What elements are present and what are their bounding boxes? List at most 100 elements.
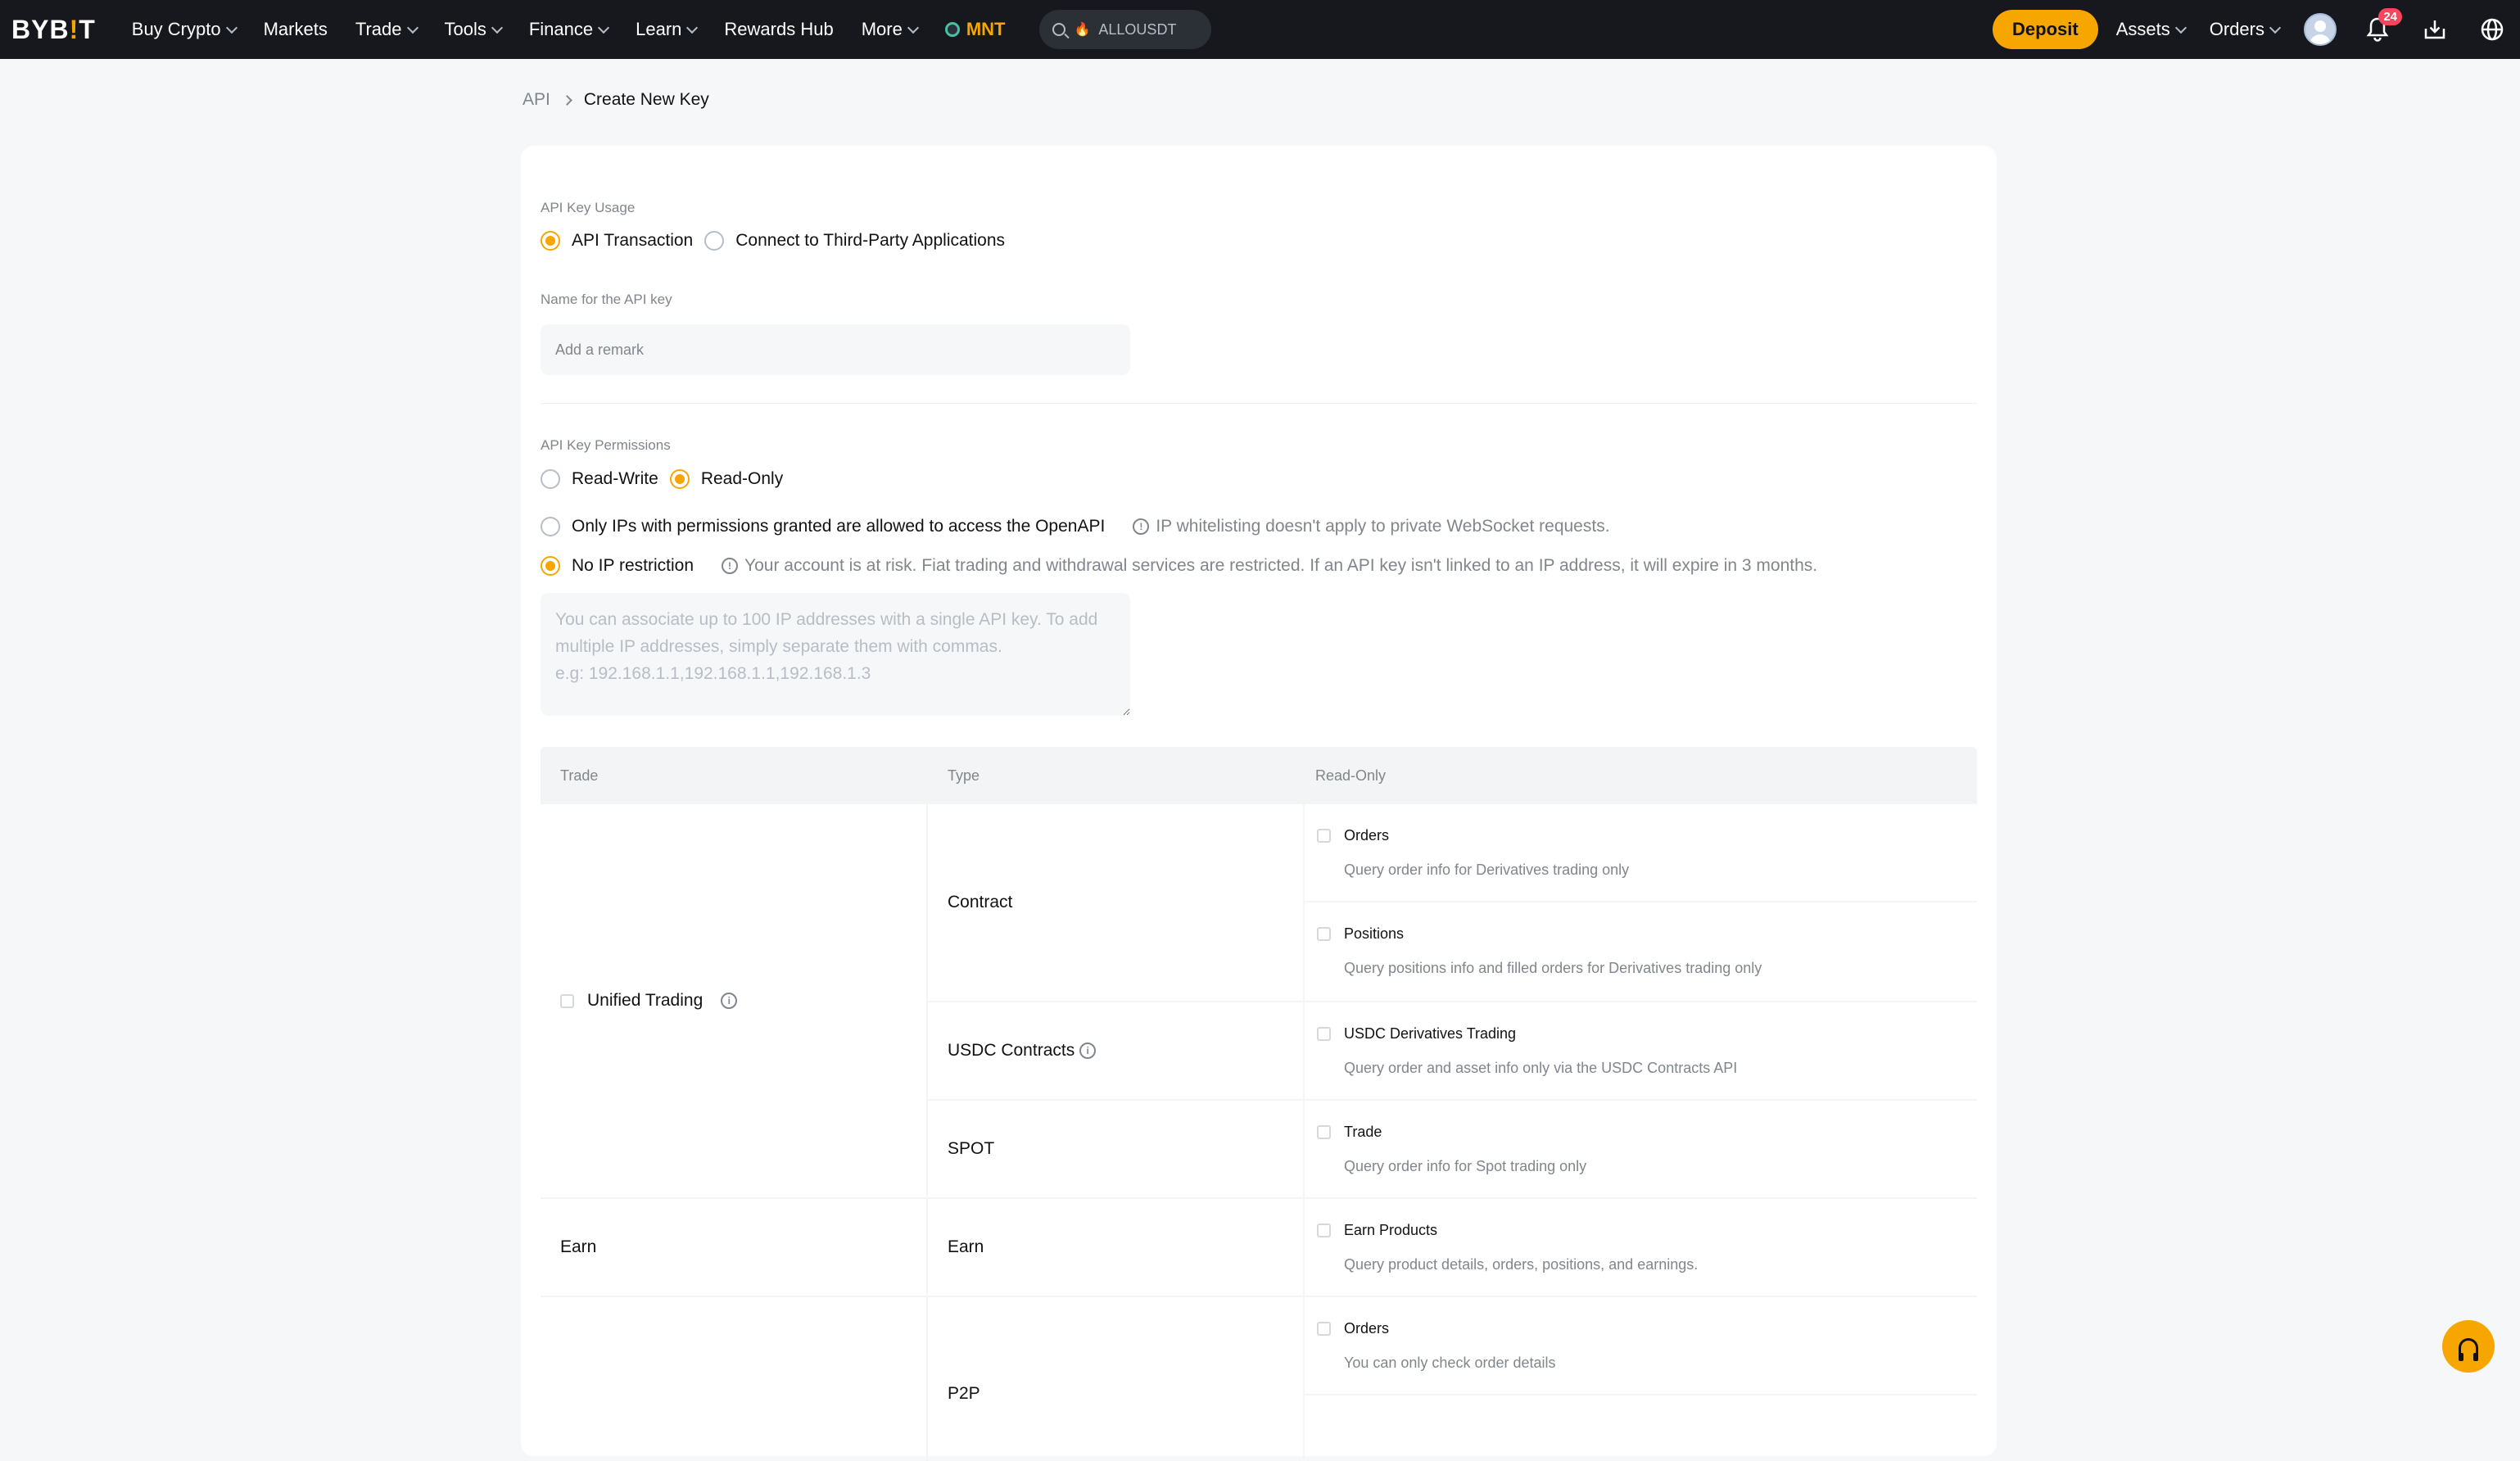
chevron-down-icon: [907, 21, 919, 34]
perm-contract-orders: Orders Query order info for Derivatives …: [1305, 804, 1977, 902]
nav-markets[interactable]: Markets: [264, 19, 328, 40]
perm-checkbox[interactable]: [1317, 1322, 1331, 1336]
info-icon[interactable]: i: [1079, 1043, 1097, 1059]
nav-buy-crypto[interactable]: Buy Crypto: [132, 19, 238, 40]
radio-label[interactable]: No IP restriction: [572, 556, 694, 576]
warning-icon: !: [722, 558, 738, 574]
radio-read-only[interactable]: [669, 469, 690, 489]
ip-address-textarea[interactable]: [541, 593, 1130, 716]
type-usdc-contracts: USDC Contracts i: [928, 1002, 1305, 1101]
search-box[interactable]: 🔥 ALLOUSDT: [1039, 10, 1212, 49]
headset-icon: [2459, 1338, 2478, 1361]
language-button[interactable]: [2476, 13, 2509, 46]
perm-title: Orders: [1344, 827, 1390, 844]
avatar[interactable]: [2304, 13, 2337, 46]
nav-more[interactable]: More: [862, 19, 919, 40]
mnt-coin-icon: [944, 22, 960, 37]
perm-title: Earn Products: [1344, 1222, 1438, 1238]
type-p2p: P2P: [928, 1297, 1305, 1461]
unified-trading-checkbox[interactable]: [560, 993, 574, 1008]
deposit-button[interactable]: Deposit: [1993, 10, 2098, 49]
perm-checkbox[interactable]: [1317, 927, 1331, 941]
radio-third-party[interactable]: [704, 231, 725, 251]
perm-desc: Query positions info and filled orders f…: [1344, 960, 1762, 976]
perm-checkbox[interactable]: [1317, 1027, 1331, 1041]
api-key-name-input[interactable]: [541, 324, 1130, 375]
radio-read-write[interactable]: [541, 469, 560, 489]
nav-trade[interactable]: Trade: [355, 19, 418, 40]
type-spot-label: SPOT: [948, 1139, 995, 1158]
nav-assets[interactable]: Assets: [2116, 19, 2187, 40]
nav-rewards-hub[interactable]: Rewards Hub: [724, 19, 833, 40]
header-trade: Trade: [560, 767, 599, 784]
nav-orders[interactable]: Orders: [2210, 19, 2282, 40]
support-chat-button[interactable]: [2442, 1320, 2495, 1373]
nav-finance[interactable]: Finance: [529, 19, 610, 40]
header-type: Type: [948, 767, 980, 784]
globe-icon: [2481, 18, 2504, 41]
perm-checkbox[interactable]: [1317, 1125, 1331, 1139]
name-label: Name for the API key: [541, 292, 672, 307]
radio-ip-restricted[interactable]: [541, 517, 560, 536]
type-contract: Contract: [928, 804, 1305, 1002]
permissions-label: API Key Permissions: [541, 437, 671, 453]
radio-label[interactable]: Read-Write: [572, 469, 658, 489]
nav-right: Deposit Assets Orders 24: [1993, 8, 2509, 49]
divider: [541, 403, 1977, 404]
perm-desc: Query product details, orders, positions…: [1344, 1256, 1699, 1273]
perm-desc: You can only check order details: [1344, 1355, 1556, 1371]
flame-icon: 🔥: [1074, 23, 1091, 37]
header-read-only: Read-Only: [1315, 767, 1387, 784]
nav-learn[interactable]: Learn: [636, 19, 699, 40]
search-hint: ALLOUSDT: [1098, 20, 1177, 38]
row-earn: Earn: [541, 1199, 928, 1297]
perm-contract-positions: Positions Query positions info and fille…: [1305, 902, 1977, 1002]
row-unified-trading: Unified Trading i: [541, 804, 928, 1199]
chevron-down-icon: [225, 21, 238, 34]
perm-desc: Query order and asset info only via the …: [1344, 1060, 1738, 1076]
radio-label[interactable]: Connect to Third-Party Applications: [735, 231, 1005, 251]
no-ip-restriction-row: No IP restriction ! Your account is at r…: [541, 556, 1817, 576]
chevron-down-icon: [2269, 21, 2282, 34]
perm-title: Orders: [1344, 1320, 1390, 1337]
perm-checkbox[interactable]: [1317, 1224, 1331, 1237]
chevron-down-icon: [598, 21, 610, 34]
radio-label[interactable]: Read-Only: [701, 469, 783, 489]
type-earn: Earn: [928, 1199, 1305, 1297]
chevron-down-icon: [491, 21, 503, 34]
type-earn-label: Earn: [948, 1237, 984, 1256]
perm-desc: Query order info for Spot trading only: [1344, 1158, 1587, 1174]
type-p2p-label: P2P: [948, 1384, 980, 1403]
type-spot: SPOT: [928, 1101, 1305, 1199]
radio-api-transaction[interactable]: [541, 231, 560, 251]
chevron-down-icon: [406, 21, 418, 34]
type-usdc-label: USDC Contracts: [948, 1041, 1075, 1060]
chevron-down-icon: [2174, 21, 2187, 34]
permission-options: Read-Write Read-Only: [541, 469, 783, 489]
breadcrumb-current: Create New Key: [583, 90, 709, 109]
perm-title: USDC Derivatives Trading: [1344, 1025, 1517, 1042]
info-icon[interactable]: i: [721, 993, 738, 1009]
row-p2p: [541, 1297, 928, 1461]
download-button[interactable]: [2418, 13, 2451, 46]
usage-label: API Key Usage: [541, 200, 636, 215]
ip-restricted-row: Only IPs with permissions granted are al…: [541, 517, 1610, 536]
ip-restricted-note: IP whitelisting doesn't apply to private…: [1156, 517, 1610, 536]
notifications-button[interactable]: 24: [2361, 8, 2402, 46]
perm-checkbox[interactable]: [1317, 829, 1331, 843]
radio-label[interactable]: Only IPs with permissions granted are al…: [572, 517, 1105, 536]
mnt-link[interactable]: MNT: [944, 19, 1005, 40]
bybit-logo[interactable]: BYB! T: [11, 15, 96, 45]
info-icon: !: [1133, 518, 1150, 535]
breadcrumb-api-link[interactable]: API: [523, 90, 550, 110]
chevron-down-icon: [686, 21, 699, 34]
table-header: Trade Type Read-Only: [541, 747, 1977, 804]
nav-tools[interactable]: Tools: [445, 19, 503, 40]
perm-p2p-orders: Orders You can only check order details: [1305, 1297, 1977, 1395]
breadcrumb: API Create New Key: [523, 90, 709, 110]
radio-no-ip-restriction[interactable]: [541, 556, 560, 576]
chevron-right-icon: [561, 94, 572, 106]
perm-usdc-derivatives: USDC Derivatives Trading Query order and…: [1305, 1002, 1977, 1101]
download-icon: [2424, 20, 2445, 39]
radio-label[interactable]: API Transaction: [572, 231, 693, 251]
